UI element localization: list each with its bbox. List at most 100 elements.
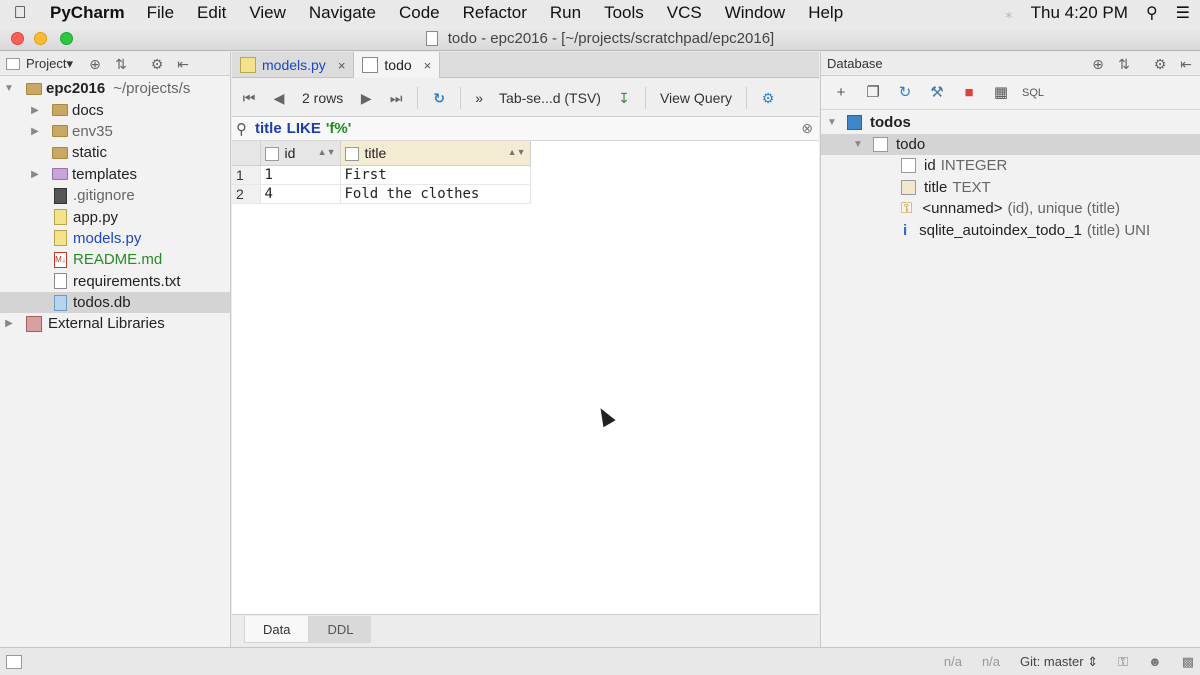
tree-item-readme[interactable]: M↓ README.md (0, 249, 230, 270)
project-view-dropdown[interactable]: Project▾ (26, 56, 73, 72)
cell-title[interactable]: Fold the clothes (340, 184, 531, 204)
collapse-arrow-icon[interactable]: ▶ (28, 169, 42, 180)
row-number[interactable]: 1 (232, 165, 261, 185)
crosshair-icon[interactable]: ⊕ (1090, 56, 1106, 72)
event-log-icon[interactable]: ▩ (1182, 654, 1194, 670)
menu-view[interactable]: View (249, 3, 286, 23)
collapse-arrow-icon[interactable]: ▶ (28, 126, 42, 137)
clear-filter-icon[interactable]: ⊗ (801, 120, 813, 137)
tree-item-static[interactable]: static (0, 142, 230, 163)
table-row[interactable]: 1 1 First (232, 165, 531, 185)
add-icon[interactable]: + (829, 82, 853, 104)
menu-code[interactable]: Code (399, 3, 440, 23)
next-page-icon[interactable]: ▶ (355, 87, 377, 109)
menu-file[interactable]: File (147, 3, 174, 23)
db-column-id[interactable]: id INTEGER (821, 155, 1200, 177)
menu-window[interactable]: Window (725, 3, 785, 23)
collapse-arrow-icon[interactable]: ▶ (2, 318, 16, 329)
db-table-todo[interactable]: ▼ todo (821, 133, 1200, 155)
spotlight-search-icon[interactable]: ⚲ (1146, 3, 1158, 23)
filter-bar[interactable]: ⚲ title LIKE 'f%' ⊗ (232, 117, 819, 141)
tab-data[interactable]: Data (244, 616, 310, 643)
tree-item-todos-db[interactable]: todos.db (0, 291, 230, 314)
hide-panel-icon[interactable]: ⇤ (175, 56, 191, 72)
menu-vcs[interactable]: VCS (667, 3, 702, 23)
gear-icon[interactable]: ⚙ (149, 56, 165, 72)
menu-navigate[interactable]: Navigate (309, 3, 376, 23)
tree-item-docs[interactable]: ▶ docs (0, 99, 230, 120)
stop-icon[interactable]: ■ (957, 82, 981, 104)
sql-console-icon[interactable]: SQL (1021, 82, 1045, 104)
sort-icon[interactable]: ▲▼ (318, 147, 336, 157)
menu-run[interactable]: Run (550, 3, 581, 23)
menu-edit[interactable]: Edit (197, 3, 226, 23)
hide-panel-icon[interactable]: ⇤ (1178, 56, 1194, 72)
last-page-icon[interactable]: ⏭ (385, 87, 407, 109)
table-row[interactable]: 2 4 Fold the clothes (232, 184, 531, 204)
menu-help[interactable]: Help (808, 3, 843, 23)
first-page-icon[interactable]: ⏮ (238, 87, 260, 109)
lock-icon[interactable]: ⚿ (1118, 654, 1128, 670)
grid-corner[interactable] (232, 141, 261, 166)
bluetooth-icon[interactable]: ⁎ (1005, 4, 1013, 22)
tab-models-py[interactable]: models.py × (232, 52, 355, 78)
cell-id[interactable]: 4 (260, 184, 341, 204)
window-close-button[interactable] (11, 32, 24, 45)
tree-item-app-py[interactable]: app.py (0, 206, 230, 227)
more-actions-button[interactable]: » (475, 90, 483, 106)
gear-icon[interactable]: ⚙ (1152, 56, 1168, 72)
tab-close-icon[interactable]: × (338, 58, 346, 73)
tab-todo[interactable]: todo × (354, 52, 441, 78)
crosshair-icon[interactable]: ⊕ (87, 56, 103, 72)
refresh-icon[interactable]: ↻ (428, 87, 450, 109)
tree-item-env35[interactable]: ▶ env35 (0, 121, 230, 142)
filter-search-icon[interactable]: ⚲ (236, 120, 247, 138)
db-column-title[interactable]: title TEXT (821, 177, 1200, 199)
row-number[interactable]: 2 (232, 184, 261, 204)
git-branch-widget[interactable]: Git: master ⇕ (1020, 654, 1098, 670)
table-icon (873, 136, 888, 152)
tree-item-gitignore[interactable]: .gitignore (0, 185, 230, 206)
window-zoom-button[interactable] (60, 32, 73, 45)
tab-close-icon[interactable]: × (424, 58, 432, 73)
db-index-autoindex[interactable]: i sqlite_autoindex_todo_1 (title) UNI (821, 220, 1200, 242)
export-format-dropdown[interactable]: Tab-se...d (TSV) (499, 90, 601, 106)
sort-icon[interactable]: ▲▼ (508, 147, 526, 157)
collapse-all-icon[interactable]: ⇅ (113, 56, 129, 72)
db-schema-todos[interactable]: ▼ todos (821, 112, 1200, 134)
tree-item-external-libraries[interactable]: ▶ External Libraries (0, 313, 230, 334)
settings-gear-icon[interactable]: ⚙ (757, 87, 779, 109)
table-icon (362, 57, 379, 73)
window-minimize-button[interactable] (34, 32, 47, 45)
menu-tools[interactable]: Tools (604, 3, 644, 23)
cell-title[interactable]: First (340, 165, 531, 185)
copy-icon[interactable]: ❐ (861, 82, 885, 104)
expand-arrow-icon[interactable]: ▼ (2, 83, 16, 94)
properties-icon[interactable]: ⚒ (925, 82, 949, 104)
tool-windows-icon[interactable] (6, 654, 22, 669)
menu-app-name[interactable]: PyCharm (50, 3, 125, 23)
column-header-title[interactable]: title ▲▼ (340, 141, 531, 166)
expand-arrow-icon[interactable]: ▼ (825, 117, 839, 128)
view-query-button[interactable]: View Query (660, 90, 732, 106)
download-icon[interactable]: ↧ (613, 87, 635, 109)
cell-id[interactable]: 1 (260, 165, 341, 185)
previous-page-icon[interactable]: ◀ (268, 87, 290, 109)
tree-item-models-py[interactable]: models.py (0, 228, 230, 249)
tree-root-epc2016[interactable]: ▼ epc2016 ~/projects/s (0, 78, 230, 99)
collapse-all-icon[interactable]: ⇅ (1116, 56, 1132, 72)
expand-arrow-icon[interactable]: ▼ (851, 139, 865, 150)
menubar-clock[interactable]: Thu 4:20 PM (1031, 3, 1128, 23)
collapse-arrow-icon[interactable]: ▶ (28, 105, 42, 116)
tree-item-requirements[interactable]: requirements.txt (0, 271, 230, 292)
tree-item-templates[interactable]: ▶ templates (0, 164, 230, 185)
column-header-id[interactable]: id ▲▼ (260, 141, 341, 166)
menu-refactor[interactable]: Refactor (463, 3, 527, 23)
inspector-icon[interactable]: ☻ (1148, 654, 1162, 669)
notification-center-icon[interactable]: ☰ (1176, 3, 1190, 23)
tab-ddl[interactable]: DDL (309, 616, 372, 643)
apple-icon[interactable]:  (10, 3, 30, 23)
table-editor-icon[interactable]: ▦ (989, 82, 1013, 104)
synchronize-icon[interactable]: ↻ (893, 82, 917, 104)
db-key-unnamed[interactable]: ⚿ <unnamed> (id), unique (title) (821, 198, 1200, 220)
